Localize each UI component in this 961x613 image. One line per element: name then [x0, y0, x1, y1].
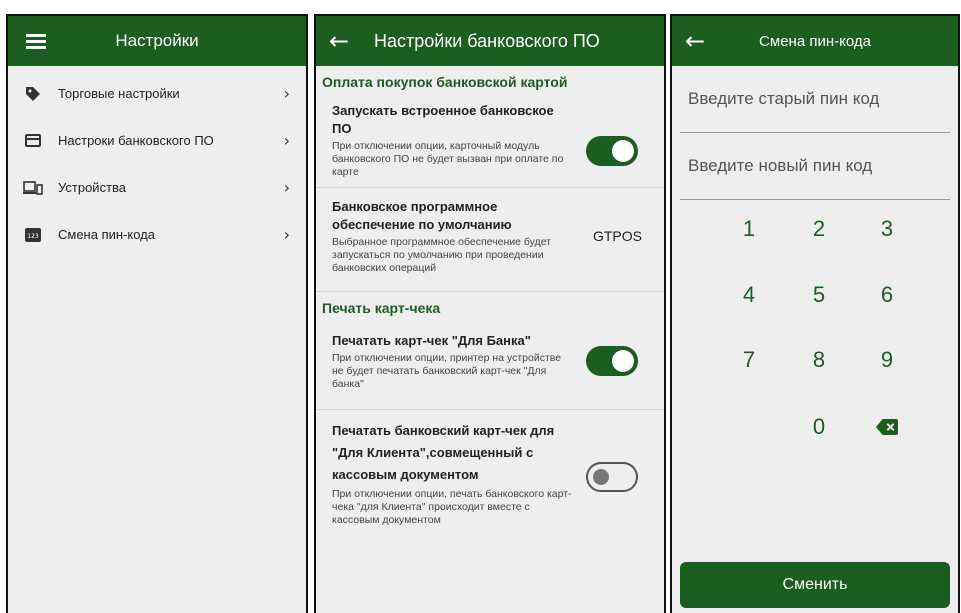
key-2[interactable]: 2	[794, 209, 844, 249]
key-0[interactable]: 0	[794, 407, 844, 447]
screen-title: Настройки банковского ПО	[374, 30, 600, 51]
back-button[interactable]: ←	[672, 21, 712, 61]
settings-menu-screen: Настройки Торговые настройки › Настроки …	[6, 14, 308, 613]
menu-item-label: Устройства	[58, 180, 127, 195]
menu-item-bank-software[interactable]: Настроки банковского ПО ›	[8, 117, 306, 164]
back-button[interactable]: ←	[316, 21, 356, 61]
app-bar: ← Смена пин-кода	[672, 16, 958, 66]
setting-description: При отключении опции, печать банковского…	[332, 488, 572, 526]
arrow-left-icon: ←	[684, 27, 706, 55]
key-5[interactable]: 5	[794, 275, 844, 315]
screen-title: Смена пин-кода	[759, 32, 871, 50]
app-bar: ← Настройки банковского ПО	[316, 16, 664, 66]
key-6[interactable]: 6	[862, 275, 912, 315]
menu-item-trade-settings[interactable]: Торговые настройки ›	[8, 70, 306, 117]
tag-icon	[22, 85, 44, 103]
setting-description: При отключении опции, принтер на устройс…	[332, 352, 562, 390]
pin-change-screen: ← Смена пин-кода 1 2 3 4 5 6 7 8 9 0 Сме…	[670, 14, 960, 613]
arrow-left-icon: ←	[328, 27, 350, 55]
menu-item-label: Настроки банковского ПО	[58, 133, 214, 148]
card-icon	[22, 132, 44, 150]
bank-settings-screen: ← Настройки банковского ПО Оплата покупо…	[314, 14, 666, 613]
setting-builtin-bank-software: Запускать встроенное банковское ПО При о…	[316, 96, 664, 188]
menu-item-pin-change[interactable]: 123 Смена пин-кода ›	[8, 211, 306, 258]
print-client-receipt-toggle[interactable]	[586, 462, 638, 492]
old-pin-input[interactable]	[688, 89, 950, 109]
devices-icon	[22, 179, 44, 197]
app-bar: Настройки	[8, 16, 306, 66]
setting-description: При отключении опции, карточный модуль б…	[332, 140, 564, 178]
setting-print-client-receipt: Печатать банковский карт-чек для "Для Кл…	[316, 410, 664, 535]
backspace-key[interactable]	[862, 407, 912, 447]
key-9[interactable]: 9	[862, 340, 912, 380]
backspace-icon	[876, 419, 898, 435]
builtin-software-toggle[interactable]	[586, 136, 638, 166]
setting-title: Запускать встроенное банковское ПО	[332, 103, 554, 136]
menu-item-label: Торговые настройки	[58, 86, 180, 101]
chevron-right-icon: ›	[283, 84, 290, 103]
chevron-right-icon: ›	[283, 131, 290, 150]
key-3[interactable]: 3	[862, 209, 912, 249]
key-1[interactable]: 1	[724, 209, 774, 249]
chevron-right-icon: ›	[283, 178, 290, 197]
setting-default-bank-software[interactable]: Банковское программное обеспечение по ум…	[316, 188, 664, 292]
menu-icon[interactable]	[16, 21, 56, 61]
menu-item-label: Смена пин-кода	[58, 227, 155, 242]
svg-text:123: 123	[27, 233, 39, 240]
key-4[interactable]: 4	[724, 275, 774, 315]
setting-title: Банковское программное обеспечение по ум…	[332, 199, 512, 232]
new-pin-field	[680, 133, 950, 200]
old-pin-field	[680, 66, 950, 133]
setting-title: Печатать карт-чек "Для Банка"	[332, 333, 531, 348]
change-pin-button[interactable]: Сменить	[680, 562, 950, 608]
key-7[interactable]: 7	[724, 340, 774, 380]
new-pin-input[interactable]	[688, 156, 950, 176]
pin-123-icon: 123	[22, 226, 44, 244]
default-software-value: GTPOS	[592, 228, 642, 244]
setting-title: Печатать банковский карт-чек для "Для Кл…	[332, 423, 555, 482]
section-title-payment: Оплата покупок банковской картой	[322, 74, 568, 90]
chevron-right-icon: ›	[283, 225, 290, 244]
print-bank-receipt-toggle[interactable]	[586, 346, 638, 376]
section-title-print: Печать карт-чека	[322, 300, 441, 316]
key-8[interactable]: 8	[794, 340, 844, 380]
setting-description: Выбранное программное обеспечение будет …	[332, 236, 551, 274]
setting-print-bank-receipt: Печатать карт-чек "Для Банка" При отключ…	[316, 322, 664, 410]
menu-item-devices[interactable]: Устройства ›	[8, 164, 306, 211]
